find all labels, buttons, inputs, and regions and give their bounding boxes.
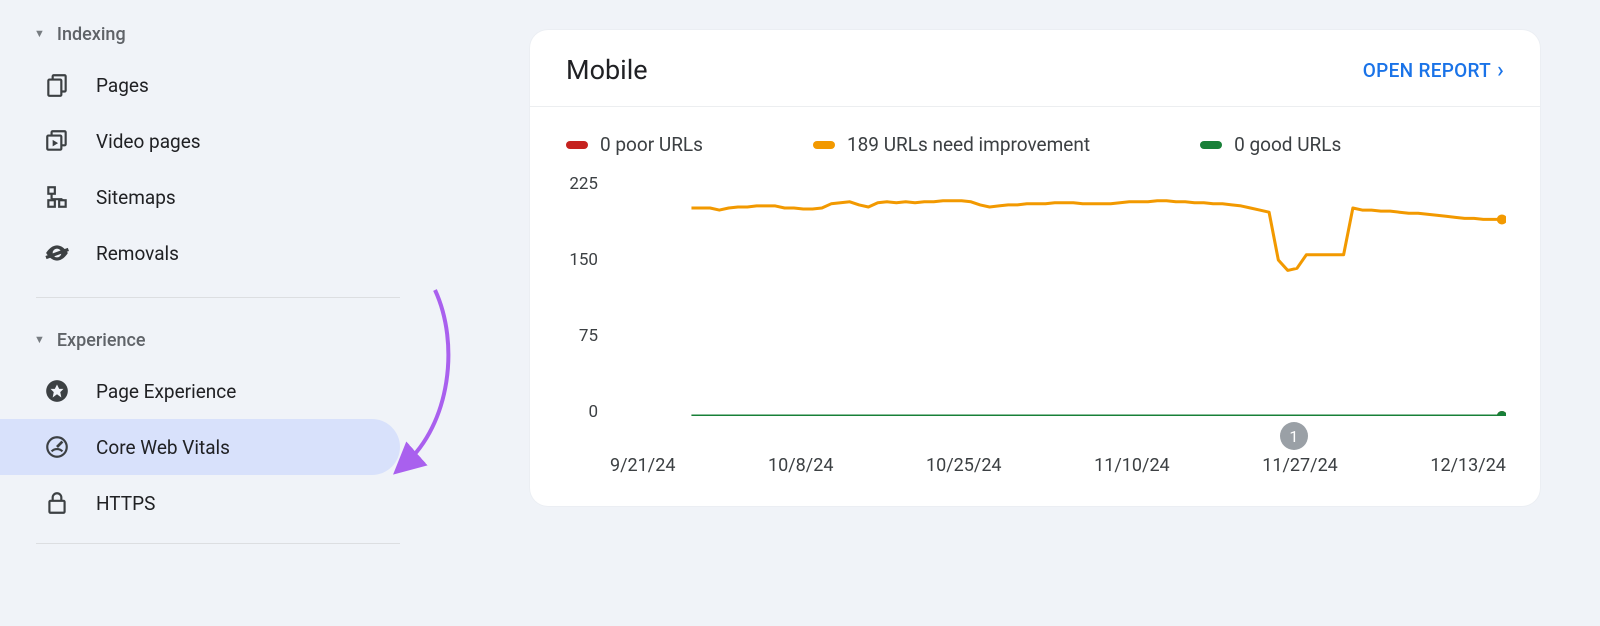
chevron-right-icon: › — [1497, 58, 1504, 83]
nav-label: Pages — [96, 74, 149, 97]
legend-good[interactable]: 0 good URLs — [1200, 133, 1341, 156]
lock-icon — [44, 490, 70, 516]
speedometer-icon — [44, 434, 70, 460]
section-indexing[interactable]: ▼ Indexing — [0, 12, 400, 57]
sidebar: ▼ Indexing Pages Video pages Sitemaps Re… — [0, 0, 400, 626]
y-tick: 0 — [550, 402, 598, 422]
y-tick: 75 — [550, 326, 598, 346]
nav-page-experience[interactable]: Page Experience — [0, 363, 400, 419]
legend-need-improvement[interactable]: 189 URLs need improvement — [813, 133, 1090, 156]
nav-label: HTTPS — [96, 492, 155, 515]
x-tick: 10/8/24 — [768, 455, 833, 476]
x-axis: 9/21/24 10/8/24 10/25/24 11/10/24 11/27/… — [610, 455, 1506, 476]
x-tick: 11/27/24 — [1262, 455, 1338, 476]
open-report-label: OPEN REPORT — [1363, 59, 1491, 82]
legend-label: 189 URLs need improvement — [847, 133, 1090, 156]
section-experience[interactable]: ▼ Experience — [0, 318, 400, 363]
card-title: Mobile — [566, 54, 648, 86]
open-report-link[interactable]: OPEN REPORT › — [1363, 58, 1504, 83]
caret-down-icon: ▼ — [34, 27, 45, 40]
sitemaps-icon — [44, 184, 70, 210]
nav-label: Video pages — [96, 130, 201, 153]
divider — [36, 543, 400, 544]
x-tick: 9/21/24 — [610, 455, 675, 476]
page-experience-icon — [44, 378, 70, 404]
nav-label: Sitemaps — [96, 186, 176, 209]
chart-legend: 0 poor URLs 189 URLs need improvement 0 … — [530, 107, 1540, 164]
chart-plot[interactable]: 1 — [610, 182, 1506, 416]
legend-poor[interactable]: 0 poor URLs — [566, 133, 703, 156]
pages-icon — [44, 72, 70, 98]
nav-label: Core Web Vitals — [96, 436, 230, 459]
caret-down-icon: ▼ — [34, 333, 45, 346]
swatch-need — [813, 141, 835, 149]
nav-label: Page Experience — [96, 380, 236, 403]
legend-label: 0 poor URLs — [600, 133, 703, 156]
nav-core-web-vitals[interactable]: Core Web Vitals — [0, 419, 400, 475]
x-tick: 10/25/24 — [926, 455, 1002, 476]
section-label: Experience — [57, 330, 146, 351]
nav-pages[interactable]: Pages — [0, 57, 400, 113]
report-card: Mobile OPEN REPORT › 0 poor URLs 189 URL… — [530, 30, 1540, 506]
video-pages-icon — [44, 128, 70, 154]
swatch-good — [1200, 141, 1222, 149]
y-tick: 150 — [550, 250, 598, 270]
legend-label: 0 good URLs — [1234, 133, 1341, 156]
nav-video-pages[interactable]: Video pages — [0, 113, 400, 169]
nav-https[interactable]: HTTPS — [0, 475, 400, 531]
nav-label: Removals — [96, 242, 179, 265]
swatch-poor — [566, 141, 588, 149]
main: Mobile OPEN REPORT › 0 poor URLs 189 URL… — [400, 0, 1600, 626]
removals-icon — [44, 240, 70, 266]
x-tick: 12/13/24 — [1430, 455, 1506, 476]
annotation-badge[interactable]: 1 — [1280, 422, 1308, 450]
chart-area: 225 150 75 0 1 9/21/24 10/8/24 10/25/24 … — [550, 176, 1506, 476]
section-label: Indexing — [57, 24, 126, 45]
nav-removals[interactable]: Removals — [0, 225, 400, 281]
nav-sitemaps[interactable]: Sitemaps — [0, 169, 400, 225]
y-tick: 225 — [550, 174, 598, 194]
divider — [36, 297, 400, 298]
card-header: Mobile OPEN REPORT › — [530, 30, 1540, 107]
x-tick: 11/10/24 — [1094, 455, 1170, 476]
